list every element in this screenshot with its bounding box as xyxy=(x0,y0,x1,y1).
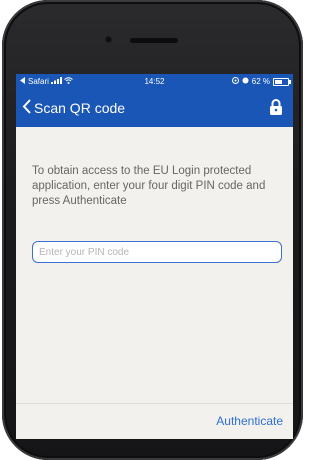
authenticate-button[interactable]: Authenticate xyxy=(216,414,283,428)
front-camera xyxy=(105,36,112,43)
pin-input[interactable] xyxy=(32,241,282,263)
phone-frame: Safari 14:52 62 % Scan QR code To obtain… xyxy=(2,0,303,460)
status-right: 62 % xyxy=(231,77,291,86)
earpiece-speaker xyxy=(130,38,178,43)
instructions-text: To obtain access to the EU Login protect… xyxy=(32,165,266,208)
back-label: Scan QR code xyxy=(34,100,126,116)
alarm-icon xyxy=(242,77,249,86)
nav-bar: Scan QR code xyxy=(16,89,293,127)
battery-percent: 62 % xyxy=(251,77,270,86)
location-icon xyxy=(231,77,239,86)
footer-divider xyxy=(16,403,293,404)
battery-icon xyxy=(273,77,291,86)
battery-level-fill xyxy=(275,79,283,84)
back-button[interactable]: Scan QR code xyxy=(22,99,125,117)
lock-icon xyxy=(269,98,283,116)
app-screen: Safari 14:52 62 % Scan QR code To obtain… xyxy=(16,74,293,439)
status-bar: Safari 14:52 62 % xyxy=(16,74,293,89)
chevron-left-icon xyxy=(22,99,31,117)
